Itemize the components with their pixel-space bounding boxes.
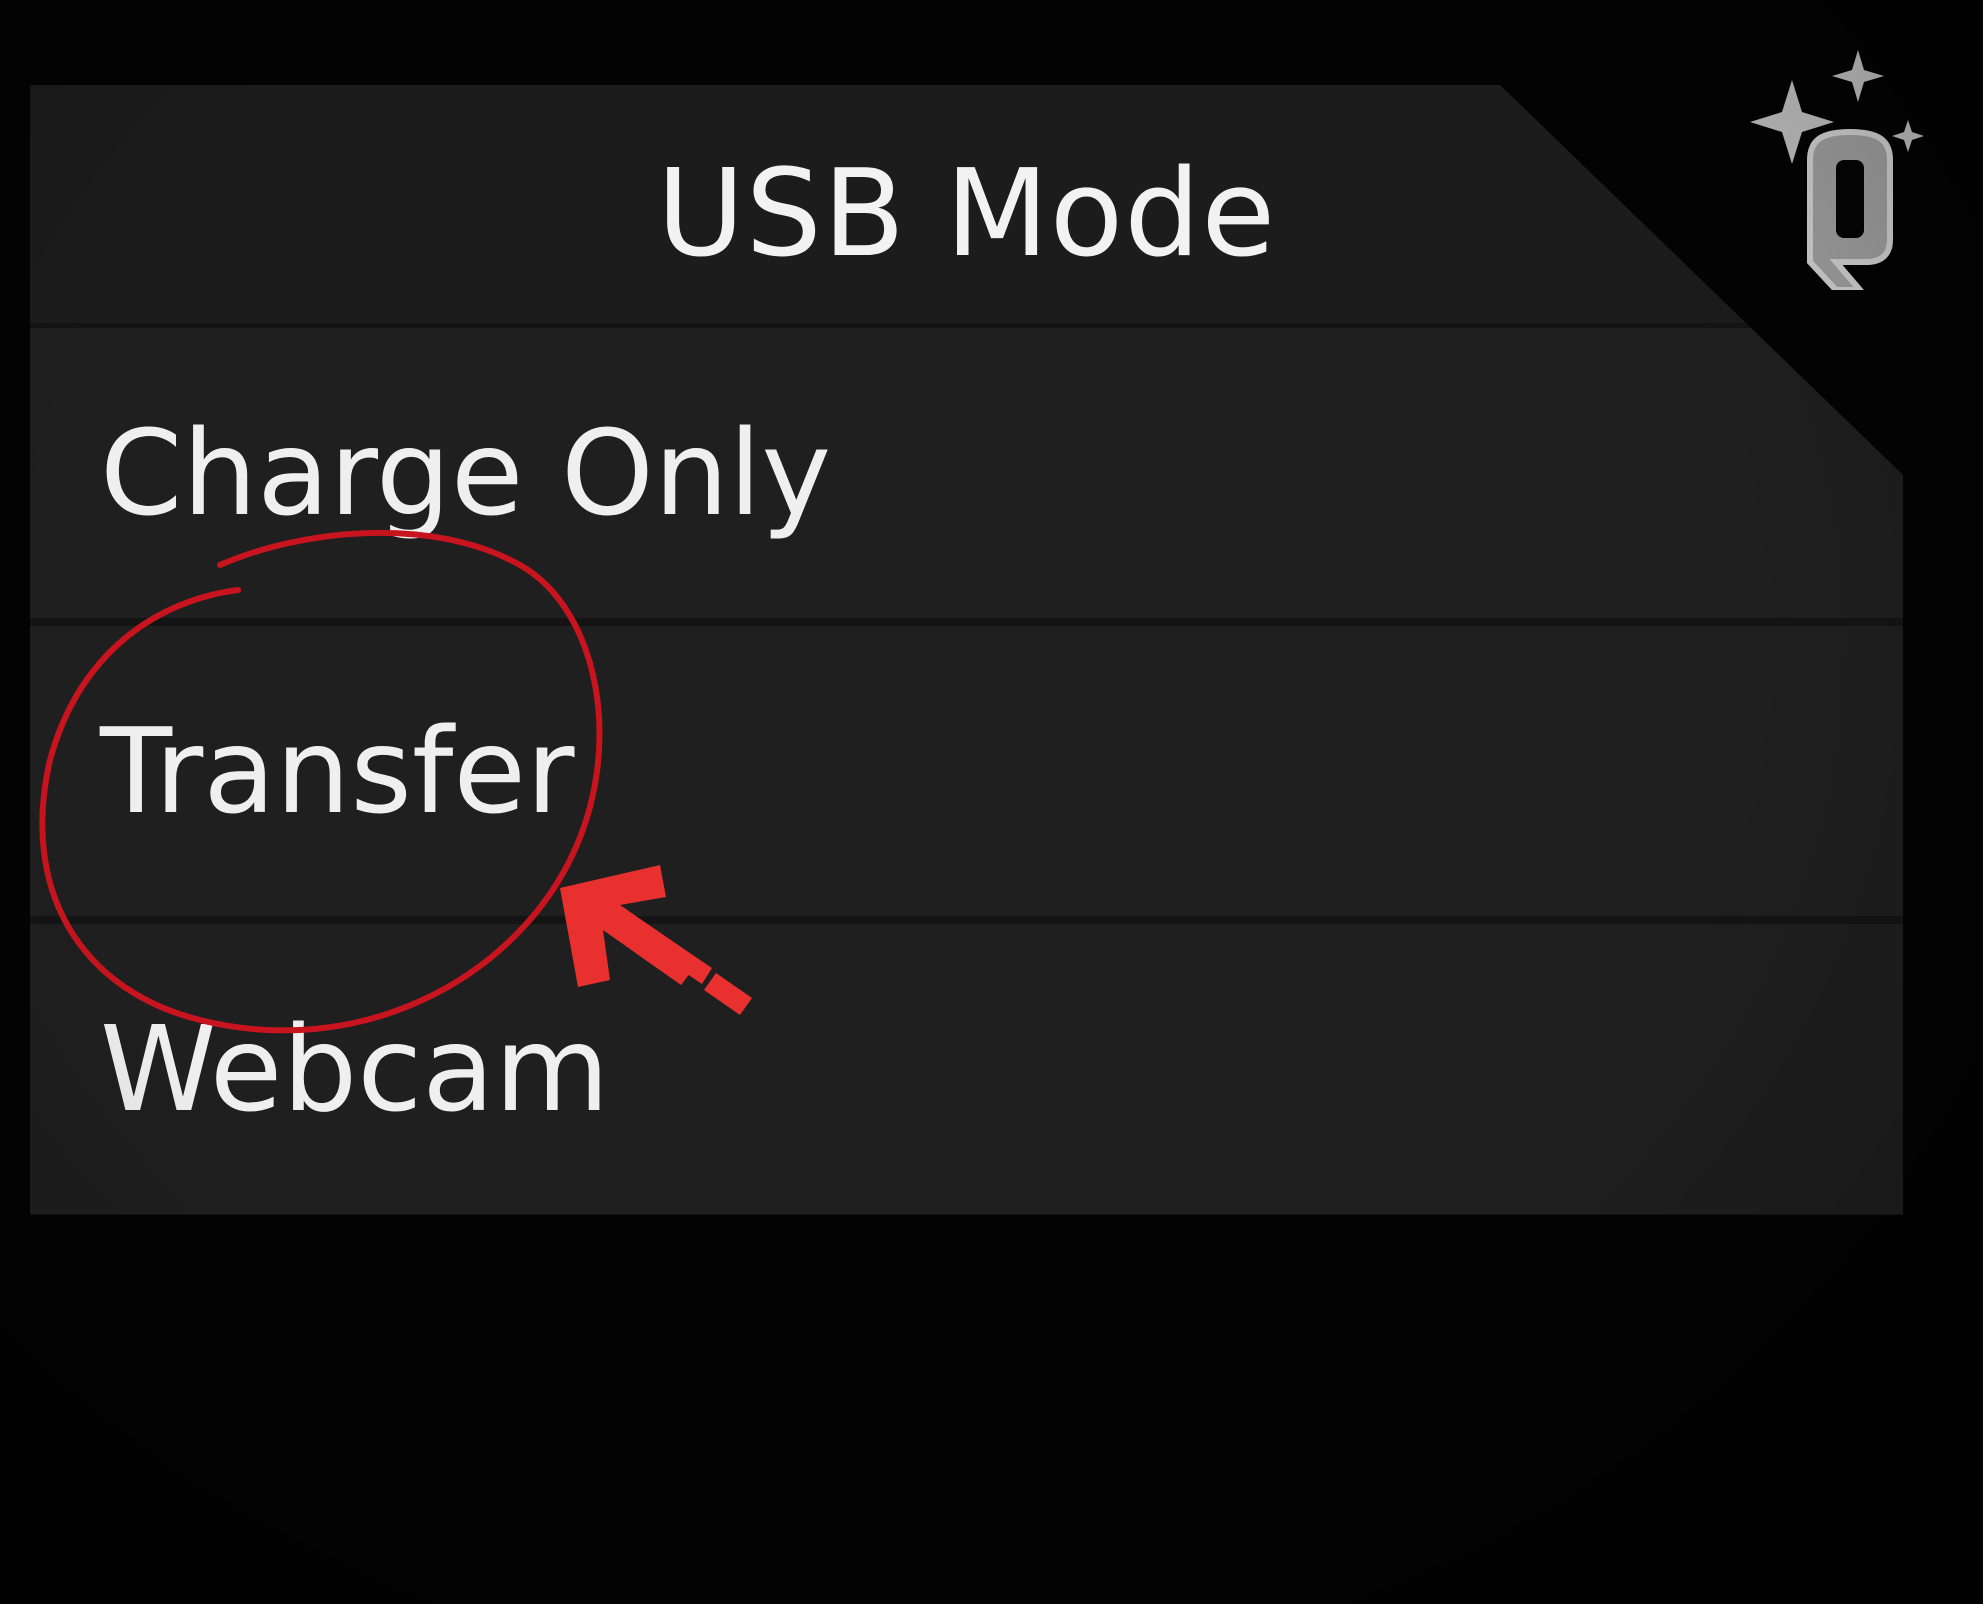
q-sparkle-logo-icon bbox=[1750, 50, 1924, 290]
menu-item-transfer[interactable]: Transfer bbox=[30, 626, 1903, 916]
menu-item-charge-only[interactable]: Charge Only bbox=[30, 328, 1903, 618]
menu-header: USB Mode bbox=[30, 85, 1903, 323]
menu-item-webcam[interactable]: Webcam bbox=[30, 924, 1903, 1214]
page-title: USB Mode bbox=[656, 145, 1277, 284]
menu-item-label: Webcam bbox=[100, 1000, 610, 1138]
usb-mode-menu: USB Mode Charge Only Transfer Webcam bbox=[30, 85, 1903, 1215]
device-screen: USB Mode Charge Only Transfer Webcam bbox=[0, 0, 1983, 1604]
menu-item-label: Transfer bbox=[100, 702, 575, 840]
menu-item-label: Charge Only bbox=[100, 404, 832, 542]
